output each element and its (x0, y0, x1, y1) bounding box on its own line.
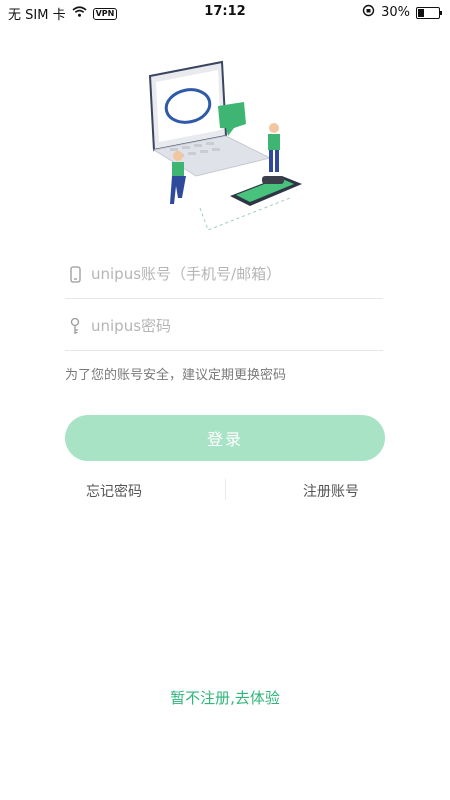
login-button[interactable]: 登录 (65, 415, 385, 461)
battery-fill (418, 8, 424, 17)
account-field (65, 250, 383, 299)
status-right: 30% (362, 4, 442, 21)
phone-icon (65, 264, 85, 284)
register-link[interactable]: 注册账号 (303, 481, 359, 501)
orientation-lock-icon (362, 4, 375, 21)
hero-illustration (140, 58, 310, 233)
link-divider (225, 478, 226, 500)
security-hint: 为了您的账号安全，建议定期更换密码 (65, 368, 287, 383)
password-field (65, 302, 383, 351)
forgot-password-link[interactable]: 忘记密码 (86, 481, 142, 501)
battery-percent: 30% (381, 5, 410, 20)
account-input[interactable] (89, 264, 383, 284)
key-icon (65, 316, 85, 336)
status-bar: 无 SIM 卡 VPN 17:12 30% (0, 0, 450, 24)
battery-icon (416, 6, 442, 19)
password-input[interactable] (89, 316, 383, 336)
guest-trial-link[interactable]: 暂不注册,去体验 (0, 687, 450, 708)
